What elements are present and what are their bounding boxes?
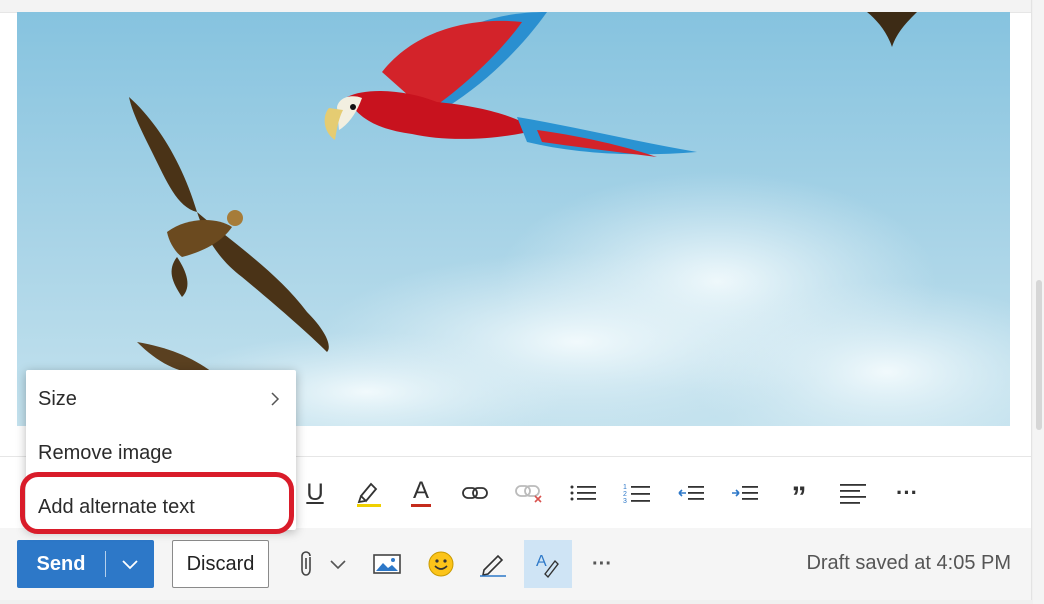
insert-picture-button[interactable] xyxy=(366,540,408,588)
editor-icon: A xyxy=(536,553,559,579)
birds-photo-illustration xyxy=(17,12,1010,426)
highlighter-icon xyxy=(357,482,381,507)
link-icon xyxy=(462,487,488,499)
font-color-glyph: A xyxy=(412,477,429,504)
signature-button[interactable] xyxy=(472,540,514,588)
remove-link-button[interactable] xyxy=(511,470,547,516)
signature-icon xyxy=(480,554,506,577)
emoji-icon xyxy=(428,551,454,577)
increase-indent-button[interactable] xyxy=(727,470,763,516)
menu-item-add-alternate-text-label: Add alternate text xyxy=(38,495,195,518)
menu-item-remove-image[interactable]: Remove image xyxy=(26,430,296,476)
decrease-indent-button[interactable] xyxy=(673,470,709,516)
svg-text:3: 3 xyxy=(623,498,627,504)
emoji-button[interactable] xyxy=(420,540,462,588)
chevron-down-icon xyxy=(330,560,346,570)
inserted-image[interactable] xyxy=(17,12,1010,426)
menu-item-size[interactable]: Size xyxy=(26,376,296,422)
numbering-button[interactable]: 1 2 3 xyxy=(619,470,655,516)
attach-button[interactable] xyxy=(290,540,324,588)
attach-options-button[interactable] xyxy=(324,540,352,588)
more-formatting-button[interactable]: ··· xyxy=(889,470,925,516)
font-color-button[interactable]: A xyxy=(403,470,439,516)
quote-glyph: ” xyxy=(791,481,807,514)
quote-button[interactable]: ” xyxy=(781,470,817,516)
menu-item-size-label: Size xyxy=(38,387,77,410)
send-divider xyxy=(105,551,106,577)
chevron-down-icon xyxy=(122,560,138,570)
svg-text:2: 2 xyxy=(623,491,627,498)
more-formatting-glyph: ··· xyxy=(896,480,918,505)
more-actions-button[interactable]: ··· xyxy=(584,540,620,588)
send-button[interactable]: Send xyxy=(17,553,105,576)
align-left-icon xyxy=(840,484,866,504)
image-context-menu: Size Remove image Add alternate text xyxy=(26,370,296,530)
bullet-list-icon xyxy=(570,485,596,501)
bullets-button[interactable] xyxy=(565,470,601,516)
increase-indent-icon xyxy=(732,486,758,500)
paperclip-icon xyxy=(301,551,311,576)
draft-status: Draft saved at 4:05 PM xyxy=(806,552,1011,574)
numbered-list-icon: 1 2 3 xyxy=(623,484,650,504)
send-split-button: Send xyxy=(17,540,154,588)
link-button[interactable] xyxy=(457,470,493,516)
font-color-swatch xyxy=(411,504,431,507)
underline-button[interactable]: U xyxy=(297,470,333,516)
compose-window: U A 1 2 3 ” ··· Send Discard A ··· Draft… xyxy=(0,0,1044,604)
picture-icon xyxy=(373,554,401,574)
discard-button[interactable]: Discard xyxy=(172,540,269,588)
chevron-right-icon xyxy=(271,392,280,406)
decrease-indent-icon xyxy=(678,486,704,500)
send-options-button[interactable] xyxy=(106,540,154,588)
editor-button[interactable]: A xyxy=(524,540,572,588)
menu-item-remove-image-label: Remove image xyxy=(38,441,173,464)
svg-text:1: 1 xyxy=(623,484,627,491)
highlight-button[interactable] xyxy=(351,470,387,516)
scrollbar-thumb[interactable] xyxy=(1036,280,1042,430)
align-button[interactable] xyxy=(835,470,871,516)
underline-glyph: U xyxy=(306,479,324,506)
unlink-icon xyxy=(515,485,542,503)
more-actions-glyph: ··· xyxy=(592,552,612,575)
menu-item-add-alternate-text[interactable]: Add alternate text xyxy=(26,484,296,530)
svg-text:A: A xyxy=(536,553,547,570)
